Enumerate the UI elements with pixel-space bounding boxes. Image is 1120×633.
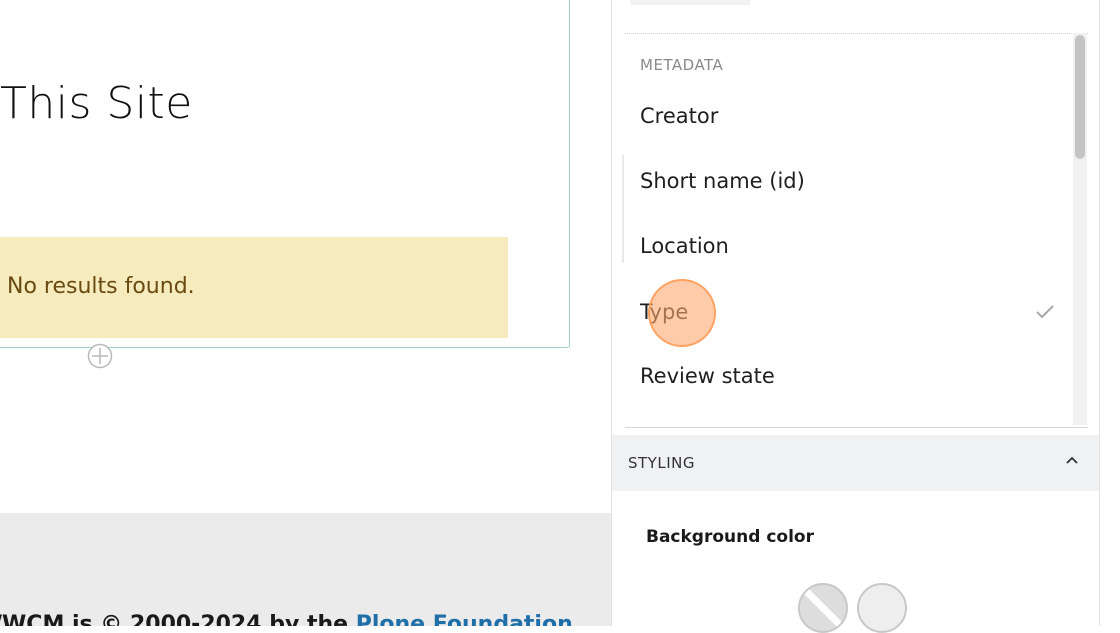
option-review-state[interactable]: Review state — [625, 356, 1073, 396]
option-label: Creator — [640, 104, 719, 128]
field-focus-guide — [622, 155, 624, 263]
option-label: Short name (id) — [640, 169, 805, 193]
no-color-icon — [803, 588, 843, 628]
plus-circle-icon — [87, 343, 113, 369]
dropdown-scrollbar[interactable] — [1073, 33, 1087, 425]
scrollbar-thumb[interactable] — [1075, 35, 1085, 159]
checkmark-icon — [1036, 305, 1054, 319]
chevron-up-icon[interactable] — [1064, 454, 1080, 466]
page-title: This Site — [0, 78, 193, 129]
site-footer: /WCM is © 2000-2024 by the Plone Foundat… — [0, 513, 611, 626]
styling-section-header[interactable]: STYLING — [612, 435, 1099, 491]
add-block-button[interactable] — [87, 343, 113, 369]
option-label: Location — [640, 234, 729, 258]
sidebar-top-field — [630, 0, 750, 5]
styling-header-label: STYLING — [628, 454, 695, 472]
option-creator[interactable]: Creator — [625, 96, 1073, 136]
option-type[interactable]: Type — [625, 292, 1073, 332]
footer-copyright-text: /WCM is © 2000-2024 by the — [0, 612, 356, 626]
plone-foundation-link[interactable]: Plone Foundation — [356, 612, 573, 626]
footer-copyright: /WCM is © 2000-2024 by the Plone Foundat… — [0, 612, 573, 626]
option-short-name[interactable]: Short name (id) — [625, 161, 1073, 201]
no-results-message: No results found. — [0, 237, 508, 338]
background-color-label: Background color — [646, 527, 814, 547]
option-label: Type — [640, 300, 689, 324]
option-label: Review state — [640, 364, 775, 388]
metadata-dropdown-menu[interactable]: METADATA Creator Short name (id) Locatio… — [625, 33, 1088, 428]
option-location[interactable]: Location — [625, 226, 1073, 266]
metadata-group-header: METADATA — [640, 56, 724, 74]
page-right-gutter — [1100, 0, 1120, 626]
no-results-text: No results found. — [7, 274, 195, 299]
